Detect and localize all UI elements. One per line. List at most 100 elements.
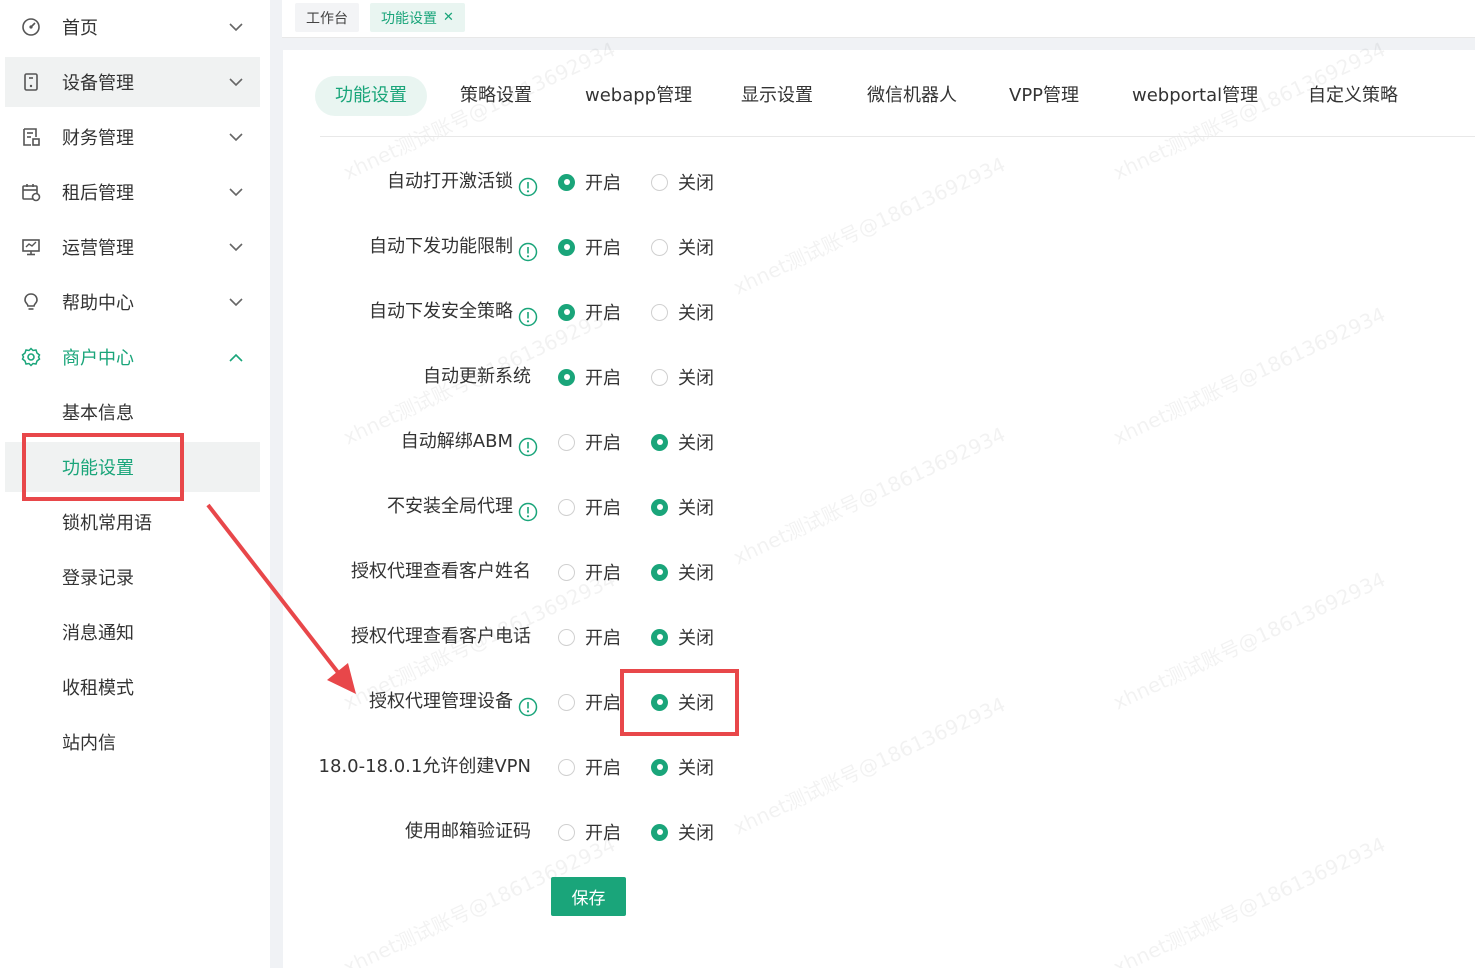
radio-disable[interactable]: 关闭 (651, 552, 714, 592)
radio-enable[interactable]: 开启 (558, 812, 621, 852)
radio-enable[interactable]: 开启 (558, 682, 621, 722)
setting-row: 授权代理查看客户电话 开启 关闭 (283, 617, 983, 657)
radio-enable[interactable]: 开启 (558, 487, 621, 527)
radio-label: 开启 (585, 433, 621, 454)
radio-disable[interactable]: 关闭 (651, 617, 714, 657)
tab-webapp[interactable]: webapp管理 (585, 76, 692, 116)
radio-enable[interactable]: 开启 (558, 617, 621, 657)
sidebar-subitem-label: 收租模式 (62, 678, 134, 699)
radio-dot-icon (651, 758, 668, 776)
info-icon[interactable] (518, 237, 538, 262)
radio-disable[interactable]: 关闭 (651, 487, 714, 527)
sidebar-subitem-rent-mode[interactable]: 收租模式 (5, 662, 260, 712)
sidebar-item-devices[interactable]: 设备管理 (5, 57, 260, 107)
sidebar-subitem-lock-phrases[interactable]: 锁机常用语 (5, 497, 260, 547)
radio-disable[interactable]: 关闭 (651, 162, 714, 202)
radio-disable[interactable]: 关闭 (651, 227, 714, 267)
setting-row: 不安装全局代理 开启 关闭 (283, 487, 983, 527)
radio-enable[interactable]: 开启 (558, 357, 621, 397)
info-icon[interactable] (518, 497, 538, 522)
sidebar-item-finance[interactable]: 财务管理 (5, 112, 260, 162)
page-tab-label: 工作台 (306, 10, 348, 27)
sidebar-item-home[interactable]: 首页 (5, 2, 260, 52)
radio-label: 开启 (585, 628, 621, 649)
radio-label: 关闭 (678, 433, 714, 454)
sidebar-item-after-rent[interactable]: 租后管理 (5, 167, 260, 217)
radio-disable[interactable]: 关闭 (651, 682, 714, 722)
chevron-down-icon (227, 73, 245, 91)
tab-custom-policy[interactable]: 自定义策略 (1308, 76, 1398, 116)
radio-dot-icon (558, 563, 575, 581)
setting-label-text: 授权代理查看客户姓名 (351, 561, 531, 582)
radio-enable[interactable]: 开启 (558, 162, 621, 202)
radio-label: 关闭 (678, 173, 714, 194)
sidebar-subitem-login-records[interactable]: 登录记录 (5, 552, 260, 602)
sidebar-item-label: 商户中心 (62, 348, 134, 369)
sidebar-subitem-notifications[interactable]: 消息通知 (5, 607, 260, 657)
sidebar-subitem-basic-info[interactable]: 基本信息 (5, 387, 260, 437)
radio-dot-icon (651, 563, 668, 581)
setting-label-text: 不安装全局代理 (387, 496, 513, 517)
radio-enable[interactable]: 开启 (558, 747, 621, 787)
radio-dot-icon (558, 628, 575, 646)
radio-label: 开启 (585, 823, 621, 844)
radio-dot-icon (558, 758, 575, 776)
info-icon[interactable] (518, 302, 538, 327)
radio-label: 开启 (585, 173, 621, 194)
sidebar-item-label: 设备管理 (62, 73, 134, 94)
radio-label: 关闭 (678, 693, 714, 714)
radio-label: 开启 (585, 498, 621, 519)
info-icon[interactable] (518, 692, 538, 717)
tab-display-settings[interactable]: 显示设置 (741, 76, 813, 116)
radio-label: 开启 (585, 693, 621, 714)
radio-enable[interactable]: 开启 (558, 552, 621, 592)
radio-dot-icon (558, 238, 575, 256)
close-icon[interactable]: ✕ (443, 10, 454, 25)
setting-label: 自动解绑ABM (401, 422, 538, 462)
sidebar-subitem-feature-settings[interactable]: 功能设置 (5, 442, 260, 492)
setting-label-text: 使用邮箱验证码 (405, 821, 531, 842)
sidebar-subitem-inbox[interactable]: 站内信 (5, 717, 260, 767)
radio-dot-icon (651, 433, 668, 451)
info-icon[interactable] (518, 172, 538, 197)
tab-wechat-bot[interactable]: 微信机器人 (867, 76, 957, 116)
tab-feature-settings[interactable]: 功能设置 (315, 76, 427, 116)
dashboard-icon (21, 17, 41, 37)
tab-vpp[interactable]: VPP管理 (1009, 76, 1079, 116)
radio-label: 开启 (585, 303, 621, 324)
setting-label-text: 自动下发功能限制 (369, 236, 513, 257)
gear-icon (21, 347, 41, 367)
sidebar-item-operations[interactable]: 运营管理 (5, 222, 260, 272)
sidebar-subitem-label: 消息通知 (62, 623, 134, 644)
radio-disable[interactable]: 关闭 (651, 292, 714, 332)
page-tabs-bar: 工作台 功能设置 ✕ (282, 0, 1475, 38)
radio-label: 关闭 (678, 368, 714, 389)
tab-policy-settings[interactable]: 策略设置 (460, 76, 532, 116)
setting-label: 授权代理查看客户姓名 (351, 552, 531, 592)
setting-label: 18.0-18.0.1允许创建VPN (319, 747, 531, 787)
radio-disable[interactable]: 关闭 (651, 812, 714, 852)
page-tab-workbench[interactable]: 工作台 (295, 3, 359, 32)
radio-disable[interactable]: 关闭 (651, 747, 714, 787)
radio-enable[interactable]: 开启 (558, 422, 621, 462)
radio-disable[interactable]: 关闭 (651, 357, 714, 397)
radio-label: 开启 (585, 238, 621, 259)
sidebar-item-label: 运营管理 (62, 238, 134, 259)
sidebar-item-help[interactable]: 帮助中心 (5, 277, 260, 327)
bulb-icon (21, 292, 41, 312)
radio-dot-icon (558, 823, 575, 841)
radio-enable[interactable]: 开启 (558, 227, 621, 267)
save-button[interactable]: 保存 (551, 877, 626, 916)
radio-dot-icon (651, 303, 668, 321)
radio-label: 关闭 (678, 758, 714, 779)
radio-enable[interactable]: 开启 (558, 292, 621, 332)
page-tab-feature-settings[interactable]: 功能设置 ✕ (370, 3, 465, 32)
info-icon[interactable] (518, 432, 538, 457)
setting-row: 使用邮箱验证码 开启 关闭 (283, 812, 983, 852)
chevron-up-icon (227, 348, 245, 366)
sidebar-item-merchant[interactable]: 商户中心 (5, 332, 260, 382)
setting-label: 自动打开激活锁 (387, 162, 538, 202)
tab-webportal[interactable]: webportal管理 (1132, 76, 1258, 116)
chevron-down-icon (227, 238, 245, 256)
radio-disable[interactable]: 关闭 (651, 422, 714, 462)
